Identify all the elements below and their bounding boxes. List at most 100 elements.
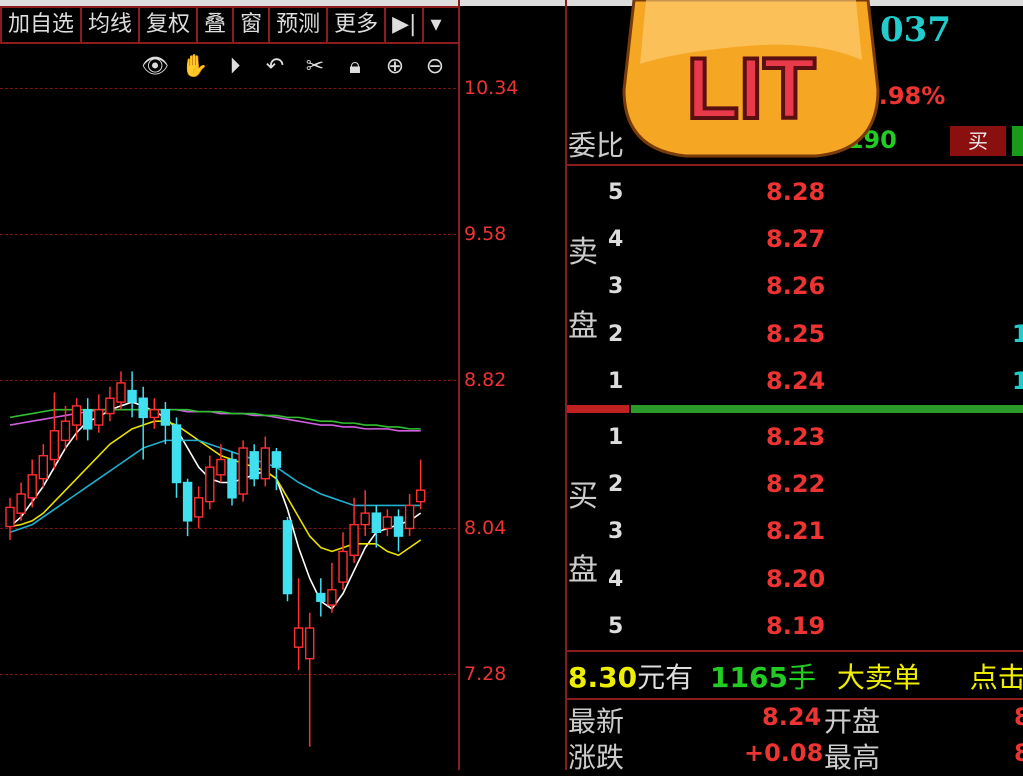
candle-body <box>416 489 426 503</box>
bid-price[interactable]: 8.21 <box>766 517 825 545</box>
ask-level: 4 <box>608 227 624 252</box>
candle-body <box>94 409 104 426</box>
sell-side-label: 盘 <box>568 309 598 344</box>
high-value: 8 <box>1014 739 1023 767</box>
candle-body <box>49 430 60 461</box>
bid-level: 1 <box>608 425 624 450</box>
change-label: 涨跌 <box>568 741 625 774</box>
candle-body <box>82 409 93 430</box>
candle-body <box>38 454 48 480</box>
candle-body <box>16 493 26 514</box>
candle-body <box>393 516 404 537</box>
lit-sticker: LIT <box>622 0 880 158</box>
ask-price[interactable]: 8.26 <box>766 272 825 300</box>
candle-body <box>305 627 315 660</box>
separator <box>567 650 1023 652</box>
panel-divider <box>565 0 567 770</box>
candle-body <box>193 497 204 518</box>
candle-body <box>27 474 37 499</box>
ask-level: 2 <box>608 322 624 347</box>
open-label: 开盘 <box>824 705 881 738</box>
candle-body <box>60 420 71 442</box>
latest-label: 最新 <box>568 705 625 738</box>
buy-side-label: 盘 <box>568 553 598 588</box>
candle-body <box>260 447 270 480</box>
ask-volume: 1 <box>1012 320 1023 348</box>
sticker-text: LIT <box>687 41 816 137</box>
price-axis-line <box>458 0 460 770</box>
candle-body <box>338 550 348 583</box>
big-order-unit: 元有 <box>637 661 694 694</box>
stock-code: 037 <box>880 10 951 50</box>
buy-side-label: 买 <box>568 479 598 514</box>
candle-body <box>149 409 160 419</box>
ask-volume: 1 <box>1012 367 1023 395</box>
candle-body <box>371 512 381 533</box>
big-order-qty: 1165 <box>710 661 788 694</box>
bid-level: 5 <box>608 614 624 639</box>
candle-body <box>227 458 237 499</box>
ask-level: 5 <box>608 180 624 205</box>
candle-body <box>282 520 293 595</box>
stats-row: 涨跌 +0.08 最高 8 <box>568 736 1023 776</box>
ask-price[interactable]: 8.25 <box>766 320 825 348</box>
candle-body <box>182 481 193 522</box>
ask-level: 3 <box>608 274 624 299</box>
big-order-qty-unit: 手 <box>787 661 816 694</box>
candle-body <box>116 382 126 403</box>
candle-body <box>382 516 393 530</box>
candle-body <box>293 627 304 648</box>
candle-body <box>171 424 182 484</box>
candle-body <box>5 506 15 528</box>
y-tick-label: 10.34 <box>464 77 519 99</box>
ask-strength-bar <box>567 405 629 413</box>
candlestick-chart[interactable] <box>0 0 456 770</box>
candle-body <box>127 389 137 403</box>
big-order-desc: 大卖单 <box>836 661 921 694</box>
candle-body <box>404 504 415 530</box>
ask-level: 1 <box>608 369 624 394</box>
candle-body <box>205 466 215 503</box>
high-label: 最高 <box>824 741 881 774</box>
candle-body <box>216 458 226 476</box>
buy-button[interactable]: 买 <box>950 126 1006 156</box>
bid-level: 4 <box>608 567 624 592</box>
bid-strength-bar <box>631 405 1023 413</box>
candle-body <box>316 592 326 602</box>
candle-body <box>271 451 282 468</box>
ask-price[interactable]: 8.28 <box>766 178 825 206</box>
bid-price[interactable]: 8.23 <box>766 423 825 451</box>
candle-body <box>249 451 259 480</box>
candle-body <box>327 589 337 606</box>
click-to-view-link[interactable]: 点击查 <box>970 661 1023 694</box>
candle-body <box>105 397 115 415</box>
bid-price[interactable]: 8.19 <box>766 612 825 640</box>
big-order-alert[interactable]: 8.30元有 1165手 大卖单 点击查 <box>568 656 1023 696</box>
y-tick-label: 9.58 <box>464 223 507 245</box>
y-tick-label: 8.04 <box>464 517 507 539</box>
bid-price[interactable]: 8.22 <box>766 470 825 498</box>
stats-row: 最新 8.24 开盘 8 <box>568 700 1023 740</box>
separator <box>567 698 1023 700</box>
ask-price[interactable]: 8.24 <box>766 367 825 395</box>
sell-button[interactable] <box>1012 126 1023 156</box>
big-order-price: 8.30 <box>568 661 638 694</box>
y-tick-label: 7.28 <box>464 663 507 685</box>
candle-body <box>160 409 171 426</box>
change-value: +0.08 <box>744 739 824 767</box>
candle-body <box>349 523 359 556</box>
open-value: 8 <box>1014 703 1023 731</box>
bid-level: 3 <box>608 519 624 544</box>
ask-price[interactable]: 8.27 <box>766 225 825 253</box>
moving-average-line <box>9 420 422 557</box>
bid-price[interactable]: 8.20 <box>766 565 825 593</box>
candle-body <box>138 397 148 419</box>
y-tick-label: 8.82 <box>464 369 507 391</box>
moving-average-line <box>9 439 421 534</box>
bid-level: 2 <box>608 472 624 497</box>
candle-body <box>238 447 248 495</box>
candle-body <box>360 512 370 526</box>
sell-side-label: 卖 <box>568 235 598 270</box>
candle-body <box>71 405 82 426</box>
separator <box>567 164 1023 166</box>
